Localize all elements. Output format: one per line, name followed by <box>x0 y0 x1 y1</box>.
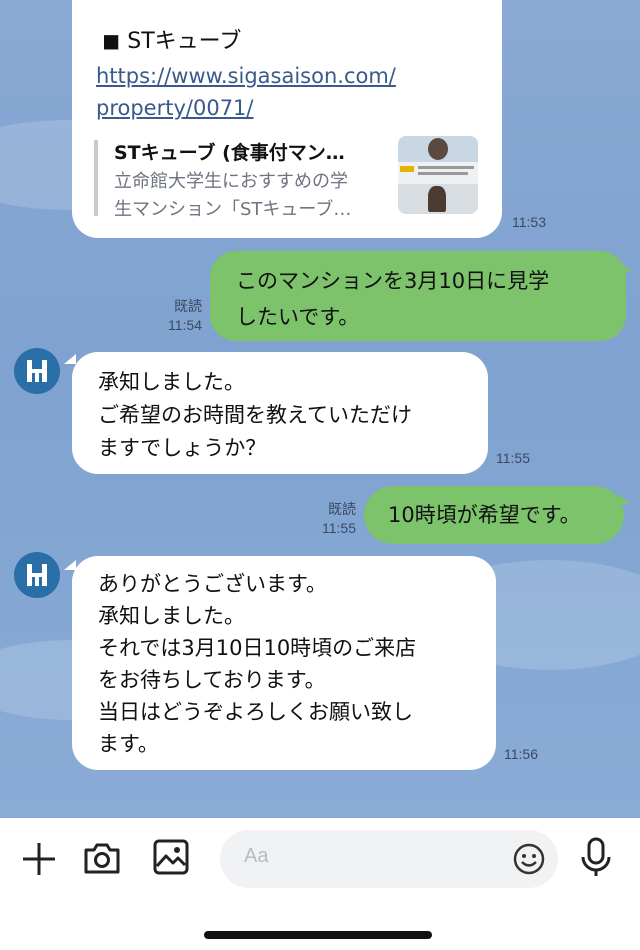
read-receipt: 既読 11:55 <box>322 501 356 536</box>
home-indicator <box>204 931 432 939</box>
bubble-tail <box>64 354 76 364</box>
avatar[interactable] <box>14 348 60 394</box>
link-preview[interactable]: STキューブ (食事付マン… 立命館大学生におすすめの学 生マンション「STキュ… <box>94 136 490 220</box>
logo-icon <box>27 564 47 586</box>
preview-description-line-1: 立命館大学生におすすめの学 <box>114 171 348 192</box>
emoji-icon[interactable] <box>512 842 546 876</box>
logo-icon <box>27 360 47 382</box>
sent-message-bubble[interactable]: 10時頃が希望です。 <box>364 486 624 544</box>
message-line: ますでしょうか？ <box>98 436 267 460</box>
message-line: 10時頃が希望です。 <box>388 503 581 527</box>
message-line: をお待ちしております。 <box>98 668 326 692</box>
preview-title: STキューブ (食事付マン… <box>114 142 345 164</box>
message-line: それでは3月10日10時頃のご来店 <box>98 636 417 660</box>
read-receipt: 既読 11:54 <box>168 298 202 333</box>
link-url-line-2[interactable]: property/0071/ <box>96 90 254 126</box>
link-card-bubble[interactable]: ◼ STキューブ https://www.sigasaison.com/ pro… <box>72 0 502 238</box>
sent-message-bubble[interactable]: このマンションを3月10日に見学 したいです。 <box>210 251 626 341</box>
preview-description-line-2: 生マンション「STキューブ… <box>114 199 352 220</box>
message-line: 承知しました。 <box>98 604 245 628</box>
message-line: ます。 <box>98 732 159 756</box>
camera-icon[interactable] <box>82 840 122 876</box>
received-message-bubble[interactable]: ありがとうございます。 承知しました。 それでは3月10日10時頃のご来店 をお… <box>72 556 496 770</box>
message-time: 11:53 <box>512 214 546 230</box>
message-line: したいです。 <box>236 305 360 329</box>
link-title: ◼ STキューブ <box>102 29 242 54</box>
message-input[interactable]: Aa <box>220 830 558 888</box>
message-line: 承知しました。 <box>98 370 245 394</box>
input-placeholder: Aa <box>244 845 269 867</box>
received-message-bubble[interactable]: 承知しました。 ご希望のお時間を教えていただけ ますでしょうか？ <box>72 352 488 474</box>
input-toolbar: Aa <box>0 818 640 950</box>
link-url-line-1[interactable]: https://www.sigasaison.com/ <box>96 58 396 94</box>
microphone-icon[interactable] <box>578 836 614 878</box>
message-time: 11:55 <box>496 450 530 466</box>
bubble-tail <box>620 262 632 272</box>
preview-thumbnail <box>398 136 478 214</box>
message-line: 当日はどうぞよろしくお願い致し <box>98 700 413 724</box>
message-time: 11:56 <box>504 746 538 762</box>
image-icon[interactable] <box>152 838 190 876</box>
chat-area[interactable]: ◼ STキューブ https://www.sigasaison.com/ pro… <box>0 0 640 818</box>
message-line: このマンションを3月10日に見学 <box>236 269 550 293</box>
avatar[interactable] <box>14 552 60 598</box>
message-line: ありがとうございます。 <box>98 572 327 596</box>
bubble-tail <box>618 494 630 504</box>
message-line: ご希望のお時間を教えていただけ <box>98 403 412 427</box>
bubble-tail <box>64 560 76 570</box>
plus-icon[interactable] <box>20 840 58 878</box>
